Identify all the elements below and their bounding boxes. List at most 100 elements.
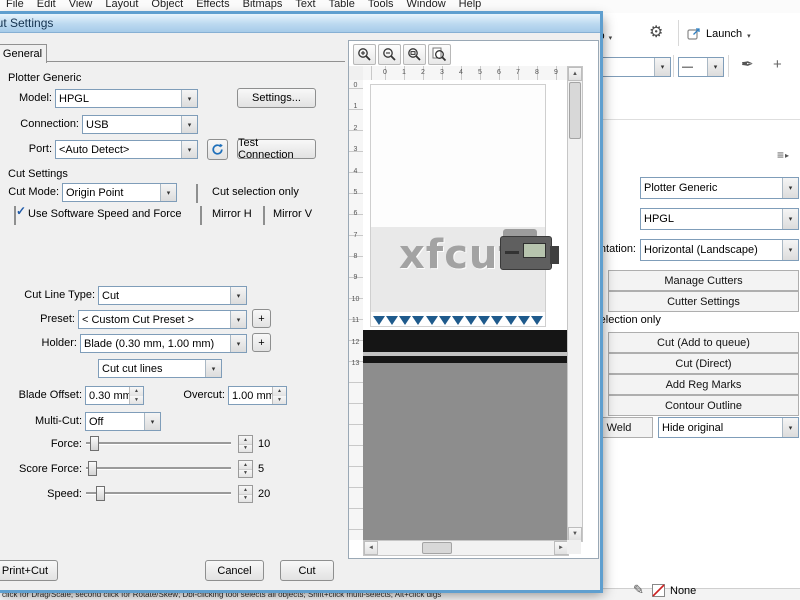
add-preset-button[interactable]: + — [252, 309, 271, 328]
zoom-out-button[interactable] — [378, 44, 401, 65]
score-force-value: 5 — [258, 463, 264, 475]
spinner-arrows[interactable] — [272, 387, 286, 404]
holder-combobox[interactable]: Blade (0.30 mm, 1.00 mm) — [80, 334, 247, 353]
menu-item-view[interactable]: View — [69, 0, 93, 11]
chevron-down-icon[interactable] — [707, 58, 723, 76]
mirror-h-checkbox[interactable] — [200, 206, 202, 225]
cut-direct-button[interactable]: Cut (Direct) — [608, 353, 799, 374]
cut-mode-combobox[interactable]: Origin Point — [62, 183, 177, 202]
plus-icon[interactable]: + — [773, 56, 782, 73]
add-holder-button[interactable]: + — [252, 333, 271, 352]
force-spinner[interactable] — [238, 435, 253, 453]
cut-button[interactable]: Cut — [280, 560, 334, 581]
zoom-in-button[interactable] — [353, 44, 376, 65]
slider-thumb[interactable] — [96, 486, 105, 501]
dialog-titlebar[interactable]: Cut Settings — [0, 14, 600, 33]
zoom-in-icon — [357, 47, 372, 62]
format-combobox[interactable]: HPGL — [640, 208, 799, 230]
speed-slider[interactable] — [86, 485, 231, 501]
orientation-combobox[interactable]: Horizontal (Landscape) — [640, 239, 799, 261]
add-reg-marks-button[interactable]: Add Reg Marks — [608, 374, 799, 395]
zoom-selection-button[interactable] — [403, 44, 426, 65]
vertical-scroll-thumb[interactable] — [569, 82, 581, 139]
menu-item-text[interactable]: Text — [295, 0, 315, 11]
zoom-page-button[interactable] — [428, 44, 451, 65]
menu-item-edit[interactable]: Edit — [37, 0, 56, 11]
cutter-settings-button[interactable]: Cutter Settings — [608, 291, 799, 312]
slider-thumb[interactable] — [90, 436, 99, 451]
media-page — [370, 84, 546, 327]
cut-line-type-combobox[interactable]: Cut — [98, 286, 247, 305]
cancel-button[interactable]: Cancel — [205, 560, 264, 581]
multi-cut-label: Multi-Cut: — [0, 415, 82, 427]
slider-thumb[interactable] — [88, 461, 97, 476]
chevron-down-icon[interactable] — [230, 287, 246, 304]
spinner-arrows[interactable] — [129, 387, 143, 404]
chevron-down-icon[interactable] — [144, 413, 160, 430]
menu-item-help[interactable]: Help — [459, 0, 482, 11]
outline-none-swatch[interactable] — [652, 584, 665, 597]
options-gear-button[interactable]: ⚙ — [649, 22, 663, 42]
chevron-down-icon[interactable] — [782, 178, 798, 198]
score-force-slider[interactable] — [86, 460, 231, 476]
blade-offset-input[interactable]: 0.30 mm — [85, 386, 144, 405]
slider-groove — [86, 467, 231, 470]
chevron-down-icon[interactable] — [181, 116, 197, 133]
chevron-down-icon[interactable] — [782, 240, 798, 260]
multi-cut-combobox[interactable]: Off — [85, 412, 161, 431]
cut-lines-combobox[interactable]: Cut cut lines — [98, 359, 222, 378]
horizontal-scrollbar[interactable] — [363, 540, 569, 556]
test-connection-button[interactable]: Test Connection — [237, 139, 316, 159]
chevron-down-icon[interactable] — [181, 90, 197, 107]
use-software-speed-force-checkbox[interactable] — [14, 206, 16, 225]
port-combobox[interactable]: <Auto Detect> — [55, 140, 198, 159]
mirror-v-checkbox[interactable] — [263, 206, 265, 225]
pen-nib-icon[interactable]: ✒ — [741, 55, 754, 73]
cut-selection-only-checkbox[interactable] — [196, 184, 198, 203]
horizontal-scroll-thumb[interactable] — [422, 542, 452, 554]
scroll-up-arrow[interactable] — [568, 67, 582, 81]
launch-button[interactable]: Launch — [687, 25, 751, 43]
chevron-down-icon[interactable] — [160, 184, 176, 201]
chevron-down-icon[interactable] — [230, 335, 246, 352]
print-cut-button[interactable]: Print+Cut — [0, 560, 58, 581]
device-combobox[interactable]: Plotter Generic — [640, 177, 799, 199]
docker-options-button[interactable]: ≡ ▸ — [777, 148, 789, 162]
score-force-spinner[interactable] — [238, 460, 253, 478]
chevron-down-icon[interactable] — [230, 311, 246, 328]
hide-original-combobox[interactable]: Hide original — [658, 417, 799, 438]
menu-item-layout[interactable]: Layout — [105, 0, 138, 11]
manage-cutters-button[interactable]: Manage Cutters — [608, 270, 799, 291]
preview-canvas[interactable]: xfcut — [363, 80, 567, 540]
cut-mode-value: Origin Point — [63, 184, 160, 201]
chevron-down-icon[interactable] — [782, 209, 798, 229]
connection-combobox[interactable]: USB — [82, 115, 198, 134]
contour-outline-button[interactable]: Contour Outline — [608, 395, 799, 416]
chevron-down-icon[interactable] — [782, 418, 798, 437]
preset-combobox[interactable]: < Custom Cut Preset > — [78, 310, 247, 329]
menu-item-bitmaps[interactable]: Bitmaps — [243, 0, 283, 11]
chevron-down-icon[interactable] — [205, 360, 221, 377]
speed-spinner[interactable] — [238, 485, 253, 503]
scroll-down-arrow[interactable] — [568, 527, 582, 541]
settings-button[interactable]: Settings... — [237, 88, 316, 108]
vertical-scrollbar[interactable] — [567, 66, 583, 542]
menu-item-table[interactable]: Table — [329, 0, 355, 11]
refresh-ports-button[interactable] — [207, 139, 228, 160]
overcut-input[interactable]: 1.00 mm — [228, 386, 287, 405]
menu-item-window[interactable]: Window — [407, 0, 446, 11]
chevron-down-icon[interactable] — [181, 141, 197, 158]
chevron-down-icon[interactable] — [654, 58, 670, 76]
menu-item-file[interactable]: File — [6, 0, 24, 11]
outline-width-combobox[interactable]: — — [678, 57, 724, 77]
force-slider[interactable] — [86, 435, 231, 451]
model-combobox[interactable]: HPGL — [55, 89, 198, 108]
menu-item-tools[interactable]: Tools — [368, 0, 394, 11]
menu-item-effects[interactable]: Effects — [196, 0, 229, 11]
scroll-right-arrow[interactable] — [554, 541, 568, 555]
tab-general[interactable]: General — [0, 44, 47, 63]
toolbar-combobox[interactable] — [597, 57, 671, 77]
menu-item-object[interactable]: Object — [151, 0, 183, 11]
cut-add-to-queue-button[interactable]: Cut (Add to queue) — [608, 332, 799, 353]
scroll-left-arrow[interactable] — [364, 541, 378, 555]
